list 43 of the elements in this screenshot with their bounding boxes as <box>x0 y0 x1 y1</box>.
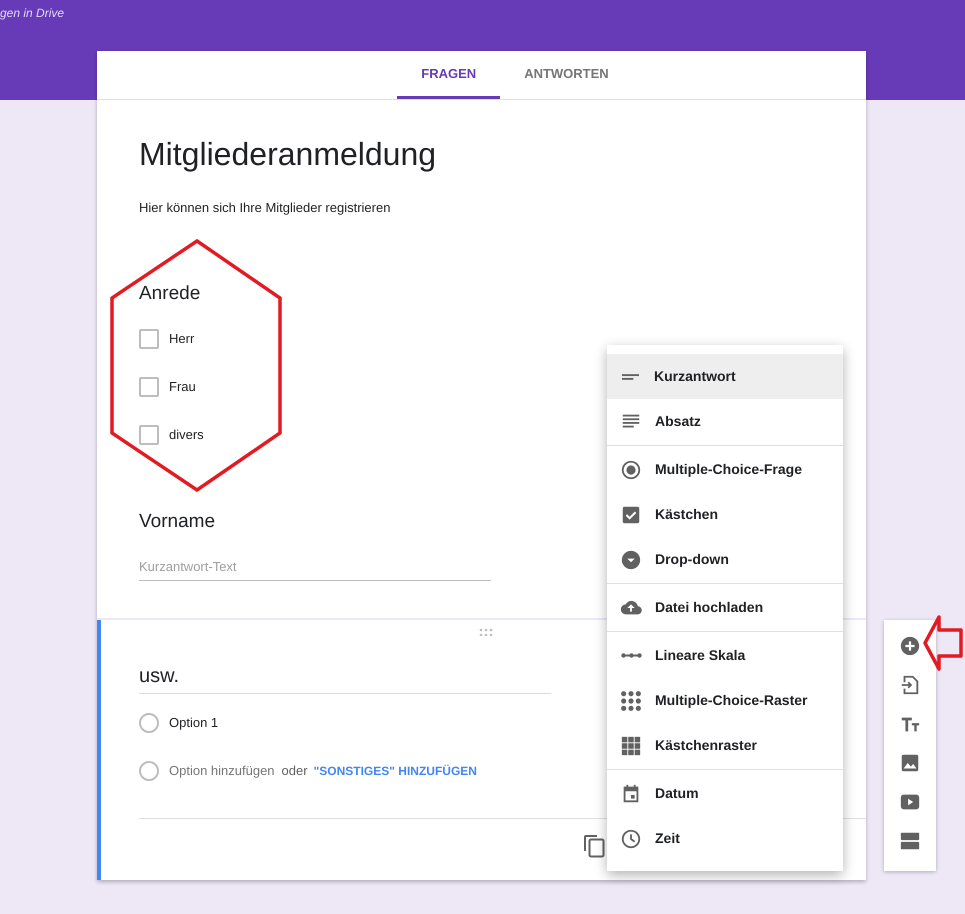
add-option-field[interactable]: Option hinzufügen <box>169 761 275 781</box>
drag-handle-icon[interactable] <box>479 628 495 636</box>
section-icon[interactable] <box>899 830 921 852</box>
menu-item[interactable]: Kästchenraster <box>607 723 843 768</box>
question-title-field[interactable]: usw. <box>139 661 551 694</box>
menu-item[interactable]: Kurzantwort <box>607 354 843 399</box>
clock-icon <box>620 828 642 850</box>
menu-item[interactable]: Datum <box>607 771 843 816</box>
option-label: divers <box>169 426 204 444</box>
add-icon[interactable] <box>899 635 921 657</box>
menu-item[interactable]: Zeit <box>607 816 843 861</box>
question-title: Anrede <box>139 282 200 306</box>
import-icon[interactable] <box>899 674 921 696</box>
short-answer-field[interactable]: Kurzantwort-Text <box>139 556 491 581</box>
copy-icon[interactable] <box>583 834 605 858</box>
header-caption[interactable]: gen in Drive <box>0 6 64 20</box>
short-lines-icon <box>622 374 639 380</box>
menu-item[interactable]: Drop-down <box>607 537 843 582</box>
image-icon[interactable] <box>899 752 921 774</box>
menu-item[interactable]: Multiple-Choice-Raster <box>607 678 843 723</box>
checkbox[interactable] <box>139 329 159 349</box>
form-title: Mitgliederanmeldung <box>139 135 438 174</box>
dropdown-icon <box>620 548 642 570</box>
option-label: Frau <box>169 378 196 396</box>
tab[interactable]: ANTWORTEN <box>500 51 633 99</box>
menu-item[interactable]: Datei hochladen <box>607 585 843 630</box>
option-label: Option 1 <box>169 714 218 732</box>
menu-item[interactable]: Kästchen <box>607 492 843 537</box>
menu-item[interactable]: Absatz <box>607 399 843 444</box>
dot-grid-icon <box>620 690 642 712</box>
question-title: Vorname <box>139 510 216 534</box>
linear-scale-icon <box>620 653 642 658</box>
grid-icon <box>620 734 642 756</box>
or-text: oder <box>282 762 308 780</box>
menu-item[interactable]: Lineare Skala <box>607 633 843 678</box>
menu-item[interactable]: Multiple-Choice-Frage <box>607 447 843 492</box>
checkbox[interactable] <box>139 425 159 445</box>
arrow-annotation <box>922 614 964 672</box>
add-other-link[interactable]: "SONSTIGES" HINZUFÜGEN <box>314 762 477 780</box>
form-description: Hier können sich Ihre Mitglieder registrieren <box>139 199 392 217</box>
option-label: Herr <box>169 330 194 348</box>
checkbox[interactable] <box>139 377 159 397</box>
radio-icon <box>620 458 642 480</box>
